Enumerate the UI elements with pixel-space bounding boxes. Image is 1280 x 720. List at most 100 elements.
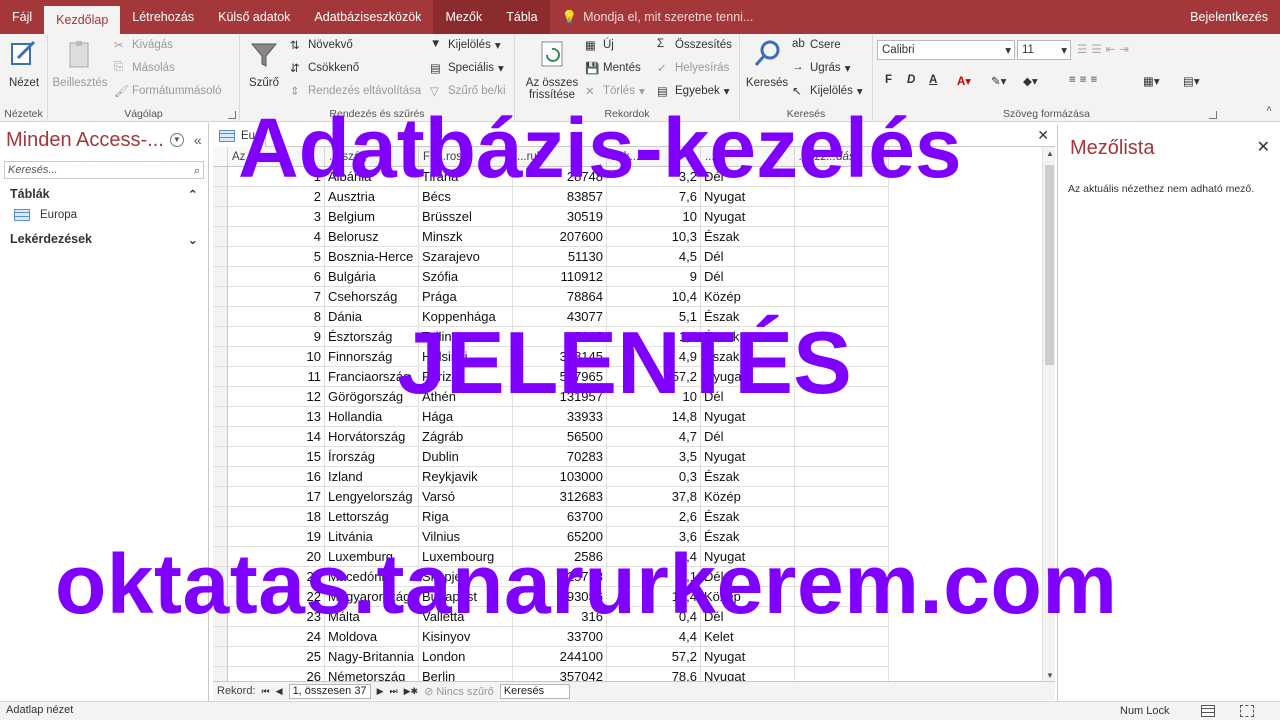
remove-sort-button[interactable]: ⇕ Rendezés eltávolítása bbox=[290, 84, 421, 98]
table-cell[interactable]: 0,4 bbox=[607, 607, 701, 627]
table-cell[interactable]: 10 bbox=[607, 387, 701, 407]
table-cell[interactable]: 7 bbox=[228, 287, 325, 307]
table-cell[interactable]: Belorusz bbox=[325, 227, 419, 247]
gridlines-button[interactable]: ▦▾ bbox=[1143, 74, 1160, 88]
replace-button[interactable]: ab Csere bbox=[792, 38, 841, 52]
table-cell[interactable]: 33700 bbox=[513, 627, 607, 647]
table-cell[interactable]: Nyugat bbox=[701, 187, 795, 207]
row-selector[interactable] bbox=[213, 187, 228, 207]
toggle-filter-button[interactable]: ▽ Szűrő be/ki bbox=[430, 84, 506, 98]
table-cell[interactable]: Macedónia bbox=[325, 567, 419, 587]
table-row[interactable]: 8 Dánia Koppenhága 43077 5,1 Észak bbox=[213, 307, 889, 327]
table-cell[interactable]: Magyarország bbox=[325, 587, 419, 607]
table-cell[interactable]: 63700 bbox=[513, 507, 607, 527]
row-selector[interactable] bbox=[213, 207, 228, 227]
table-cell[interactable] bbox=[795, 547, 889, 567]
table-cell[interactable]: 13 bbox=[228, 407, 325, 427]
tab-fields[interactable]: Mezők bbox=[433, 0, 495, 34]
table-cell[interactable]: 0,4 bbox=[607, 547, 701, 567]
record-position-input[interactable]: 1, összesen 37 bbox=[288, 683, 371, 699]
find-button[interactable]: Keresés bbox=[744, 38, 790, 89]
table-cell[interactable]: Görögország bbox=[325, 387, 419, 407]
save-record-button[interactable]: 💾 Mentés bbox=[585, 61, 641, 75]
table-row[interactable]: 25 Nagy-Britannia London 244100 57,2 Nyugat bbox=[213, 647, 889, 667]
table-row[interactable]: 15 Írország Dublin 70283 3,5 Nyugat bbox=[213, 447, 889, 467]
previous-record-icon[interactable]: ◀ bbox=[276, 686, 283, 697]
table-cell[interactable]: 78864 bbox=[513, 287, 607, 307]
header-add-field[interactable]: ...ozz...dás bbox=[795, 147, 889, 166]
new-record-icon[interactable]: ▶✱ bbox=[404, 686, 418, 697]
tell-me-box[interactable]: 💡 Mondja el, mit szeretne tenni... bbox=[550, 0, 754, 34]
table-cell[interactable] bbox=[795, 227, 889, 247]
table-cell[interactable]: Varsó bbox=[419, 487, 513, 507]
table-cell[interactable]: 25 bbox=[228, 647, 325, 667]
table-row[interactable]: 17 Lengyelország Varsó 312683 37,8 Közép bbox=[213, 487, 889, 507]
table-cell[interactable]: 93036 bbox=[513, 587, 607, 607]
table-cell[interactable]: Izland bbox=[325, 467, 419, 487]
row-selector[interactable] bbox=[213, 407, 228, 427]
table-cell[interactable]: Dél bbox=[701, 567, 795, 587]
table-cell[interactable]: Dél bbox=[701, 607, 795, 627]
table-cell[interactable]: 3 bbox=[228, 207, 325, 227]
table-cell[interactable]: 2,1 bbox=[607, 567, 701, 587]
more-button[interactable]: ▤ Egyebek ▾ bbox=[657, 84, 730, 98]
table-cell[interactable]: 9 bbox=[228, 327, 325, 347]
table-cell[interactable]: 22 bbox=[228, 587, 325, 607]
row-selector[interactable] bbox=[213, 627, 228, 647]
table-cell[interactable]: Koppenhága bbox=[419, 307, 513, 327]
table-cell[interactable]: Minszk bbox=[419, 227, 513, 247]
row-selector[interactable] bbox=[213, 267, 228, 287]
table-cell[interactable] bbox=[795, 427, 889, 447]
close-icon[interactable]: ✕ bbox=[1257, 137, 1270, 157]
table-cell[interactable]: Észak bbox=[701, 227, 795, 247]
table-cell[interactable]: Finnország bbox=[325, 347, 419, 367]
table-cell[interactable]: 338145 bbox=[513, 347, 607, 367]
nav-group-queries[interactable]: Lekérdezések ⌄ bbox=[0, 228, 208, 251]
table-cell[interactable]: Észak bbox=[701, 467, 795, 487]
table-cell[interactable]: London bbox=[419, 647, 513, 667]
header-id[interactable]: Az...ó bbox=[228, 147, 325, 166]
filter-button[interactable]: Szűrő bbox=[246, 38, 282, 89]
totals-button[interactable]: Σ Összesítés bbox=[657, 38, 732, 52]
table-row[interactable]: 18 Lettország Riga 63700 2,6 Észak bbox=[213, 507, 889, 527]
table-cell[interactable]: Dél bbox=[701, 247, 795, 267]
scroll-down-icon[interactable]: ▼ bbox=[1046, 671, 1054, 680]
table-cell[interactable]: 547965 bbox=[513, 367, 607, 387]
table-cell[interactable]: 5,1 bbox=[607, 307, 701, 327]
table-cell[interactable]: Valletta bbox=[419, 607, 513, 627]
table-cell[interactable]: 65200 bbox=[513, 527, 607, 547]
table-cell[interactable]: Luxembourg bbox=[419, 547, 513, 567]
table-cell[interactable]: Málta bbox=[325, 607, 419, 627]
table-cell[interactable]: Hága bbox=[419, 407, 513, 427]
table-cell[interactable] bbox=[795, 347, 889, 367]
header-area[interactable]: ...rule bbox=[513, 147, 607, 166]
header-region[interactable]: ...aj bbox=[701, 147, 795, 166]
table-cell[interactable]: Észtország bbox=[325, 327, 419, 347]
table-cell[interactable]: 7,6 bbox=[607, 187, 701, 207]
table-cell[interactable]: 21 bbox=[228, 567, 325, 587]
table-cell[interactable]: 45215 bbox=[513, 327, 607, 347]
background-color-button[interactable]: ◆▾ bbox=[1023, 74, 1038, 88]
table-cell[interactable]: 357042 bbox=[513, 667, 607, 682]
tab-create[interactable]: Létrehozás bbox=[120, 0, 206, 34]
table-cell[interactable]: Észak bbox=[701, 347, 795, 367]
underline-button[interactable]: A bbox=[929, 74, 937, 86]
table-cell[interactable]: 14 bbox=[228, 427, 325, 447]
table-cell[interactable]: Athén bbox=[419, 387, 513, 407]
row-selector[interactable] bbox=[213, 327, 228, 347]
next-record-icon[interactable]: ▶ bbox=[377, 686, 384, 697]
tab-database-tools[interactable]: Adatbáziseszközök bbox=[302, 0, 433, 34]
table-cell[interactable]: 30519 bbox=[513, 207, 607, 227]
align-buttons[interactable]: ≡ ≡ ≡ bbox=[1069, 74, 1097, 86]
table-cell[interactable]: 26 bbox=[228, 667, 325, 682]
table-cell[interactable]: Szarajevo bbox=[419, 247, 513, 267]
table-cell[interactable] bbox=[795, 647, 889, 667]
row-selector[interactable] bbox=[213, 467, 228, 487]
row-selector[interactable] bbox=[213, 387, 228, 407]
font-size-select[interactable]: 11 ▾ bbox=[1017, 40, 1071, 60]
datasheet-view-icon[interactable] bbox=[1201, 705, 1215, 717]
row-selector[interactable] bbox=[213, 547, 228, 567]
table-cell[interactable]: Vilnius bbox=[419, 527, 513, 547]
chevron-down-icon[interactable]: ▼ bbox=[169, 133, 184, 147]
table-cell[interactable]: 10,4 bbox=[607, 287, 701, 307]
